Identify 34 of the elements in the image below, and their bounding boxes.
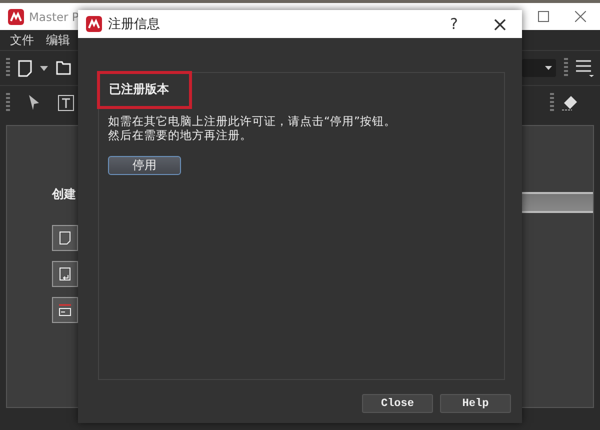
new-document-icon[interactable]: [18, 60, 32, 76]
menu-icon[interactable]: [576, 59, 594, 77]
new-document-button[interactable]: [52, 225, 78, 251]
scan-button[interactable]: [52, 297, 78, 323]
grip-icon[interactable]: [6, 58, 10, 78]
close-icon[interactable]: [575, 11, 586, 22]
caret-icon[interactable]: [40, 66, 48, 70]
selected-item-bar[interactable]: [521, 192, 593, 213]
panel-heading: 创建: [52, 186, 77, 203]
card-icon: [58, 304, 72, 316]
close-button[interactable]: Close: [362, 394, 433, 413]
grip-icon[interactable]: [564, 58, 568, 78]
dropdown-field[interactable]: [522, 59, 556, 77]
caret-icon[interactable]: [545, 66, 552, 70]
app-logo-icon: [86, 16, 102, 32]
deactivate-button[interactable]: 停用: [108, 156, 181, 175]
text-tool-icon[interactable]: [58, 95, 74, 111]
import-button[interactable]: [52, 261, 78, 287]
maximize-icon[interactable]: [538, 11, 549, 22]
close-icon[interactable]: ×: [490, 12, 510, 36]
menu-item[interactable]: 编辑: [46, 32, 70, 48]
grip-icon[interactable]: [550, 93, 554, 113]
document-icon: [59, 231, 71, 245]
pointer-icon[interactable]: [28, 95, 40, 111]
instruction-text: 如需在其它电脑上注册此许可证，请点击“停用”按钮。 然后在需要的地方再注册。: [108, 114, 396, 142]
folder-icon[interactable]: [56, 61, 71, 75]
dialog-title: 注册信息: [108, 16, 160, 33]
help-icon[interactable]: ?: [444, 15, 464, 33]
app-logo-icon: [8, 8, 24, 24]
section-heading: 已注册版本: [97, 71, 192, 109]
grip-icon[interactable]: [6, 93, 10, 113]
help-button[interactable]: Help: [440, 394, 511, 413]
menu-item[interactable]: 文件: [10, 32, 34, 48]
eraser-icon[interactable]: [562, 95, 578, 111]
